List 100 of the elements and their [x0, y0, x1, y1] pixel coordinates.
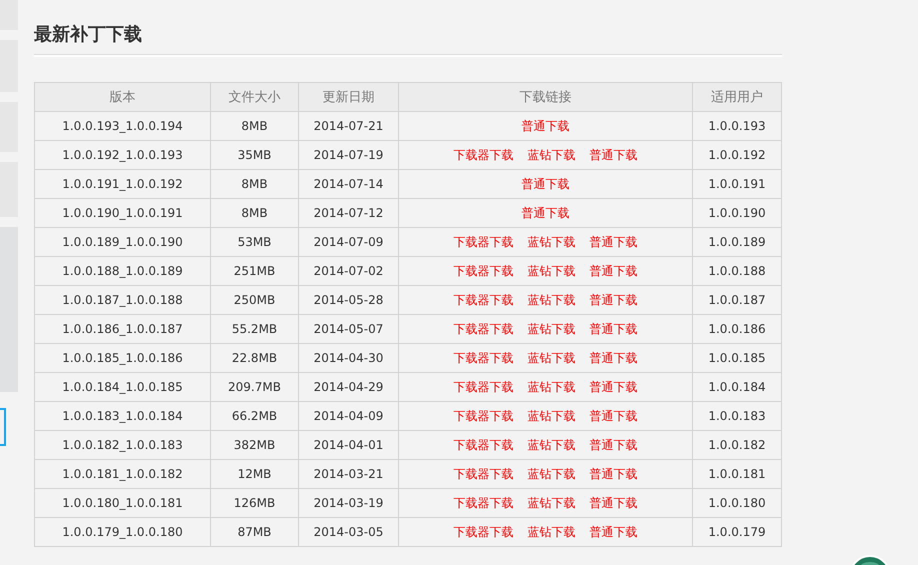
table-cell: 382MB	[210, 430, 298, 460]
table-cell: 2014-07-21	[298, 112, 398, 140]
table-cell: 1.0.0.186_1.0.0.187	[34, 314, 210, 344]
table-cell: 1.0.0.187_1.0.0.188	[34, 286, 210, 314]
download-link[interactable]: 下载器下载	[454, 320, 514, 338]
download-link[interactable]: 下载器下载	[454, 378, 514, 396]
download-link[interactable]: 蓝钻下载	[528, 234, 576, 250]
table-cell: 1.0.0.193_1.0.0.194	[34, 112, 210, 140]
table-cell: 1.0.0.182	[692, 430, 782, 460]
table-cell: 8MB	[210, 112, 298, 140]
download-link[interactable]: 蓝钻下载	[528, 436, 576, 454]
table-cell: 1.0.0.187	[692, 286, 782, 314]
download-link[interactable]: 下载器下载	[454, 408, 514, 424]
download-link[interactable]: 蓝钻下载	[528, 524, 576, 540]
table-cell: 1.0.0.193	[692, 112, 782, 140]
table-cell: 2014-04-29	[298, 372, 398, 402]
download-link[interactable]: 下载器下载	[454, 292, 514, 308]
table-cell: 55.2MB	[210, 314, 298, 344]
table-cell: 1.0.0.179_1.0.0.180	[34, 518, 210, 546]
download-link[interactable]: 普通下载	[590, 146, 638, 164]
table-cell: 1.0.0.182_1.0.0.183	[34, 430, 210, 460]
table-cell: 1.0.0.188_1.0.0.189	[34, 256, 210, 286]
download-link[interactable]: 下载器下载	[454, 234, 514, 250]
table-cell: 1.0.0.180_1.0.0.181	[34, 488, 210, 518]
download-link[interactable]: 普通下载	[590, 436, 638, 454]
download-link[interactable]: 蓝钻下载	[528, 408, 576, 424]
table-cell: 66.2MB	[210, 402, 298, 430]
download-link[interactable]: 普通下载	[590, 320, 638, 338]
table-cell: 209.7MB	[210, 372, 298, 402]
table-cell: 1.0.0.184	[692, 372, 782, 402]
download-link[interactable]: 下载器下载	[454, 436, 514, 454]
table-cell: 53MB	[210, 228, 298, 256]
download-link[interactable]: 下载器下载	[454, 146, 514, 164]
download-link[interactable]: 普通下载	[522, 176, 570, 192]
table-cell: 8MB	[210, 170, 298, 198]
table-cell: 8MB	[210, 198, 298, 228]
download-link[interactable]: 普通下载	[590, 408, 638, 424]
table-cell: 1.0.0.192	[692, 140, 782, 170]
download-link[interactable]: 普通下载	[522, 204, 570, 222]
download-link[interactable]: 普通下载	[590, 292, 638, 308]
download-link[interactable]: 普通下载	[522, 118, 570, 134]
column-header: 版本	[34, 82, 210, 112]
download-link[interactable]: 下载器下载	[454, 466, 514, 482]
table-cell: 2014-07-14	[298, 170, 398, 198]
table-cell: 251MB	[210, 256, 298, 286]
table-cell: 1.0.0.180	[692, 488, 782, 518]
table-cell: 12MB	[210, 460, 298, 488]
download-link[interactable]: 普通下载	[590, 234, 638, 250]
download-link[interactable]: 蓝钻下载	[528, 292, 576, 308]
table-cell: 1.0.0.181_1.0.0.182	[34, 460, 210, 488]
table-cell: 1.0.0.179	[692, 518, 782, 546]
table-cell: 1.0.0.192_1.0.0.193	[34, 140, 210, 170]
table-cell: 2014-07-19	[298, 140, 398, 170]
download-link[interactable]: 蓝钻下载	[528, 494, 576, 512]
table-cell: 2014-03-21	[298, 460, 398, 488]
table-cell: 2014-04-09	[298, 402, 398, 430]
download-link[interactable]: 普通下载	[590, 466, 638, 482]
column-header: 文件大小	[210, 82, 298, 112]
download-link[interactable]: 普通下载	[590, 350, 638, 366]
download-link[interactable]: 蓝钻下载	[528, 320, 576, 338]
page-title: 最新补丁下载	[34, 0, 782, 55]
table-cell: 1.0.0.185	[692, 344, 782, 372]
download-link[interactable]: 下载器下载	[454, 524, 514, 540]
table-cell: 2014-04-30	[298, 344, 398, 372]
download-link[interactable]: 普通下载	[590, 378, 638, 396]
table-cell: 1.0.0.181	[692, 460, 782, 488]
table-cell: 1.0.0.185_1.0.0.186	[34, 344, 210, 372]
table-cell: 1.0.0.183	[692, 402, 782, 430]
table-cell: 1.0.0.191_1.0.0.192	[34, 170, 210, 198]
download-link[interactable]: 普通下载	[590, 494, 638, 512]
download-link[interactable]: 蓝钻下载	[528, 146, 576, 164]
download-link[interactable]: 蓝钻下载	[528, 378, 576, 396]
table-cell: 2014-07-12	[298, 198, 398, 228]
download-link[interactable]: 下载器下载	[454, 350, 514, 366]
table-cell: 1.0.0.189_1.0.0.190	[34, 228, 210, 256]
download-link[interactable]: 普通下载	[590, 262, 638, 280]
table-cell: 1.0.0.188	[692, 256, 782, 286]
download-link[interactable]: 下载器下载	[454, 262, 514, 280]
download-link[interactable]: 下载器下载	[454, 494, 514, 512]
table-cell: 1.0.0.186	[692, 314, 782, 344]
table-cell: 2014-07-09	[298, 228, 398, 256]
download-link[interactable]: 蓝钻下载	[528, 262, 576, 280]
table-cell: 35MB	[210, 140, 298, 170]
table-cell: 250MB	[210, 286, 298, 314]
download-link[interactable]: 蓝钻下载	[528, 466, 576, 482]
download-link[interactable]: 普通下载	[590, 524, 638, 540]
table-cell: 1.0.0.190_1.0.0.191	[34, 198, 210, 228]
table-cell: 1.0.0.191	[692, 170, 782, 198]
column-header: 更新日期	[298, 82, 398, 112]
table-cell: 2014-07-02	[298, 256, 398, 286]
table-cell: 126MB	[210, 488, 298, 518]
column-header: 下载链接	[398, 82, 692, 112]
table-cell: 22.8MB	[210, 344, 298, 372]
table-cell: 1.0.0.190	[692, 198, 782, 228]
download-link[interactable]: 蓝钻下载	[528, 350, 576, 366]
table-cell: 2014-04-01	[298, 430, 398, 460]
table-cell: 2014-03-19	[298, 488, 398, 518]
sidebar-tab[interactable]	[0, 408, 6, 446]
table-cell: 87MB	[210, 518, 298, 546]
table-cell: 2014-05-07	[298, 314, 398, 344]
